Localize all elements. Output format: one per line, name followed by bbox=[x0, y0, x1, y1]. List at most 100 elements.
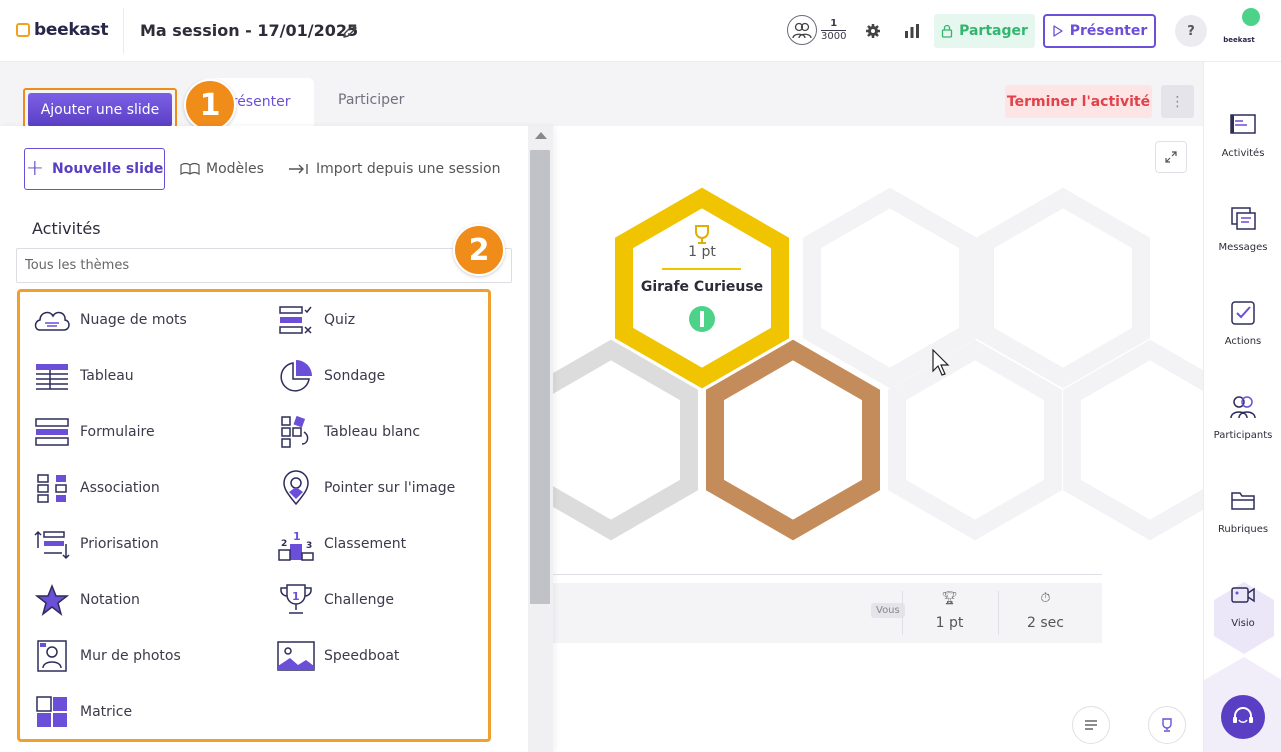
edit-pencil-icon[interactable] bbox=[341, 22, 359, 40]
logo-text: beekast bbox=[34, 20, 109, 40]
tabs-row: Présenter Participer Terminer l'activité… bbox=[0, 62, 1203, 132]
expand-icon bbox=[1165, 151, 1177, 163]
activity-quiz[interactable]: Quiz bbox=[276, 300, 486, 340]
svg-text:3: 3 bbox=[306, 541, 312, 551]
table-icon bbox=[36, 364, 68, 390]
photo-wall-icon bbox=[37, 640, 67, 672]
association-icon bbox=[37, 474, 67, 503]
activity-rating[interactable]: Notation bbox=[32, 580, 242, 620]
prioritization-icon bbox=[34, 530, 70, 560]
import-arrow-icon bbox=[289, 164, 308, 174]
messages-icon bbox=[1231, 207, 1256, 230]
activities-icon bbox=[1230, 114, 1256, 134]
add-slide-button[interactable]: Ajouter une slide bbox=[28, 93, 172, 127]
participants-counter-icon bbox=[787, 15, 817, 45]
result-time-col: ⏱︎ 2 sec bbox=[998, 591, 1092, 635]
user-status-badge bbox=[1242, 8, 1260, 26]
sidebar-item-sections[interactable]: Rubriques bbox=[1204, 488, 1281, 535]
session-title: Ma session - 17/01/2025 bbox=[140, 21, 359, 40]
new-slide-button[interactable]: + Nouvelle slide bbox=[24, 148, 165, 190]
scroll-up-arrow-icon[interactable] bbox=[535, 132, 547, 139]
bar-chart-icon[interactable] bbox=[903, 22, 921, 40]
activity-ranking[interactable]: 123 Classement bbox=[276, 524, 486, 564]
you-tag: Vous bbox=[871, 603, 905, 618]
trophy-icon bbox=[1162, 718, 1172, 732]
help-button[interactable]: ? bbox=[1175, 15, 1207, 47]
step-badge-2: 2 bbox=[453, 224, 505, 276]
activity-challenge[interactable]: 1 Challenge bbox=[276, 580, 486, 620]
sidebar-item-participants[interactable]: Participants bbox=[1204, 394, 1281, 441]
ranking-podium-icon: 12 3 bbox=[278, 530, 314, 561]
templates-button[interactable]: Modèles bbox=[180, 148, 264, 190]
beekast-logo[interactable]: beekast bbox=[16, 20, 108, 40]
activity-association[interactable]: Association bbox=[32, 468, 242, 508]
silver-hexagon bbox=[524, 339, 698, 541]
step-badge-1: 1 bbox=[184, 79, 236, 131]
share-button[interactable]: Partager bbox=[934, 14, 1035, 48]
book-icon bbox=[180, 162, 200, 176]
drawer-actions: + Nouvelle slide Modèles Import depuis u… bbox=[24, 148, 524, 190]
tab-participate[interactable]: Participer bbox=[338, 92, 404, 108]
word-cloud-icon bbox=[34, 311, 70, 331]
whiteboard-icon bbox=[281, 415, 309, 448]
result-points-col: 🏆︎ 1 pt bbox=[902, 591, 996, 635]
end-activity-button[interactable]: Terminer l'activité bbox=[1005, 85, 1152, 118]
present-button[interactable]: Présenter bbox=[1043, 14, 1156, 48]
bronze-hexagon bbox=[706, 339, 880, 541]
participant-counter[interactable]: 1 3000 bbox=[787, 15, 847, 45]
stopwatch-icon: ⏱︎ bbox=[1040, 591, 1051, 606]
image-pointer-icon bbox=[283, 470, 309, 506]
svg-text:1: 1 bbox=[293, 530, 301, 543]
support-chat-button[interactable] bbox=[1221, 695, 1265, 739]
results-divider bbox=[553, 574, 1102, 575]
participants-icon bbox=[1230, 396, 1256, 419]
play-icon bbox=[1053, 25, 1063, 37]
video-camera-icon bbox=[1231, 587, 1255, 603]
list-view-button[interactable] bbox=[1072, 706, 1110, 744]
result-row: Vous 🏆︎ 1 pt ⏱︎ 2 sec bbox=[553, 583, 1102, 643]
activity-photo-wall[interactable]: Mur de photos bbox=[32, 636, 242, 676]
lock-icon bbox=[941, 24, 953, 38]
speedboat-icon bbox=[277, 641, 315, 671]
participant-count: 1 3000 bbox=[821, 17, 847, 42]
sidebar-item-messages[interactable]: Messages bbox=[1204, 206, 1281, 253]
activities-grid: Nuage de mots Tableau Formulaire Associa… bbox=[17, 289, 491, 742]
activity-poll[interactable]: Sondage bbox=[276, 356, 486, 396]
top-bar: beekast Ma session - 17/01/2025 1 3000 P… bbox=[0, 0, 1281, 62]
activity-table[interactable]: Tableau bbox=[32, 356, 242, 396]
rating-star-icon bbox=[34, 583, 70, 616]
beekast-logo-icon bbox=[16, 23, 30, 37]
player-name: Girafe Curieuse bbox=[640, 279, 764, 295]
activity-word-cloud[interactable]: Nuage de mots bbox=[32, 300, 242, 340]
challenge-trophy-icon: 1 bbox=[280, 584, 312, 614]
add-slide-drawer: + Nouvelle slide Modèles Import depuis u… bbox=[0, 126, 553, 752]
list-icon bbox=[1085, 720, 1097, 730]
activity-prioritization[interactable]: Priorisation bbox=[32, 524, 242, 564]
trophy-icon: 🏆︎ bbox=[941, 591, 958, 606]
sidebar-item-actions[interactable]: Actions bbox=[1204, 300, 1281, 347]
activity-form[interactable]: Formulaire bbox=[32, 412, 242, 452]
more-options-button[interactable]: ⋮ bbox=[1161, 85, 1194, 118]
actions-checkbox-icon bbox=[1231, 301, 1255, 325]
drawer-scrollbar[interactable] bbox=[528, 126, 553, 752]
matrix-icon bbox=[36, 696, 67, 727]
import-from-session-button[interactable]: Import depuis une session bbox=[288, 148, 500, 190]
activity-whiteboard[interactable]: Tableau blanc bbox=[276, 412, 486, 452]
activity-image-pointer[interactable]: Pointer sur l'image bbox=[276, 468, 486, 508]
plus-icon: + bbox=[25, 156, 45, 181]
poll-icon bbox=[280, 360, 312, 392]
form-icon bbox=[35, 418, 69, 446]
sidebar-item-visio[interactable]: Visio bbox=[1204, 582, 1281, 629]
gear-icon[interactable] bbox=[864, 22, 882, 40]
sidebar-item-activities[interactable]: Activités bbox=[1204, 112, 1281, 159]
player-points: 1 pt bbox=[688, 244, 716, 260]
fullscreen-button[interactable] bbox=[1155, 141, 1187, 173]
sections-folder-icon bbox=[1231, 492, 1255, 510]
activities-heading: Activités bbox=[32, 219, 101, 238]
activity-matrix[interactable]: Matrice bbox=[32, 692, 242, 732]
scroll-thumb[interactable] bbox=[530, 150, 550, 604]
theme-filter-input[interactable] bbox=[16, 248, 512, 283]
leaderboard-view-button[interactable] bbox=[1148, 706, 1186, 744]
activity-speedboat[interactable]: Speedboat bbox=[276, 636, 486, 676]
user-avatar[interactable]: beekast bbox=[1222, 8, 1260, 48]
